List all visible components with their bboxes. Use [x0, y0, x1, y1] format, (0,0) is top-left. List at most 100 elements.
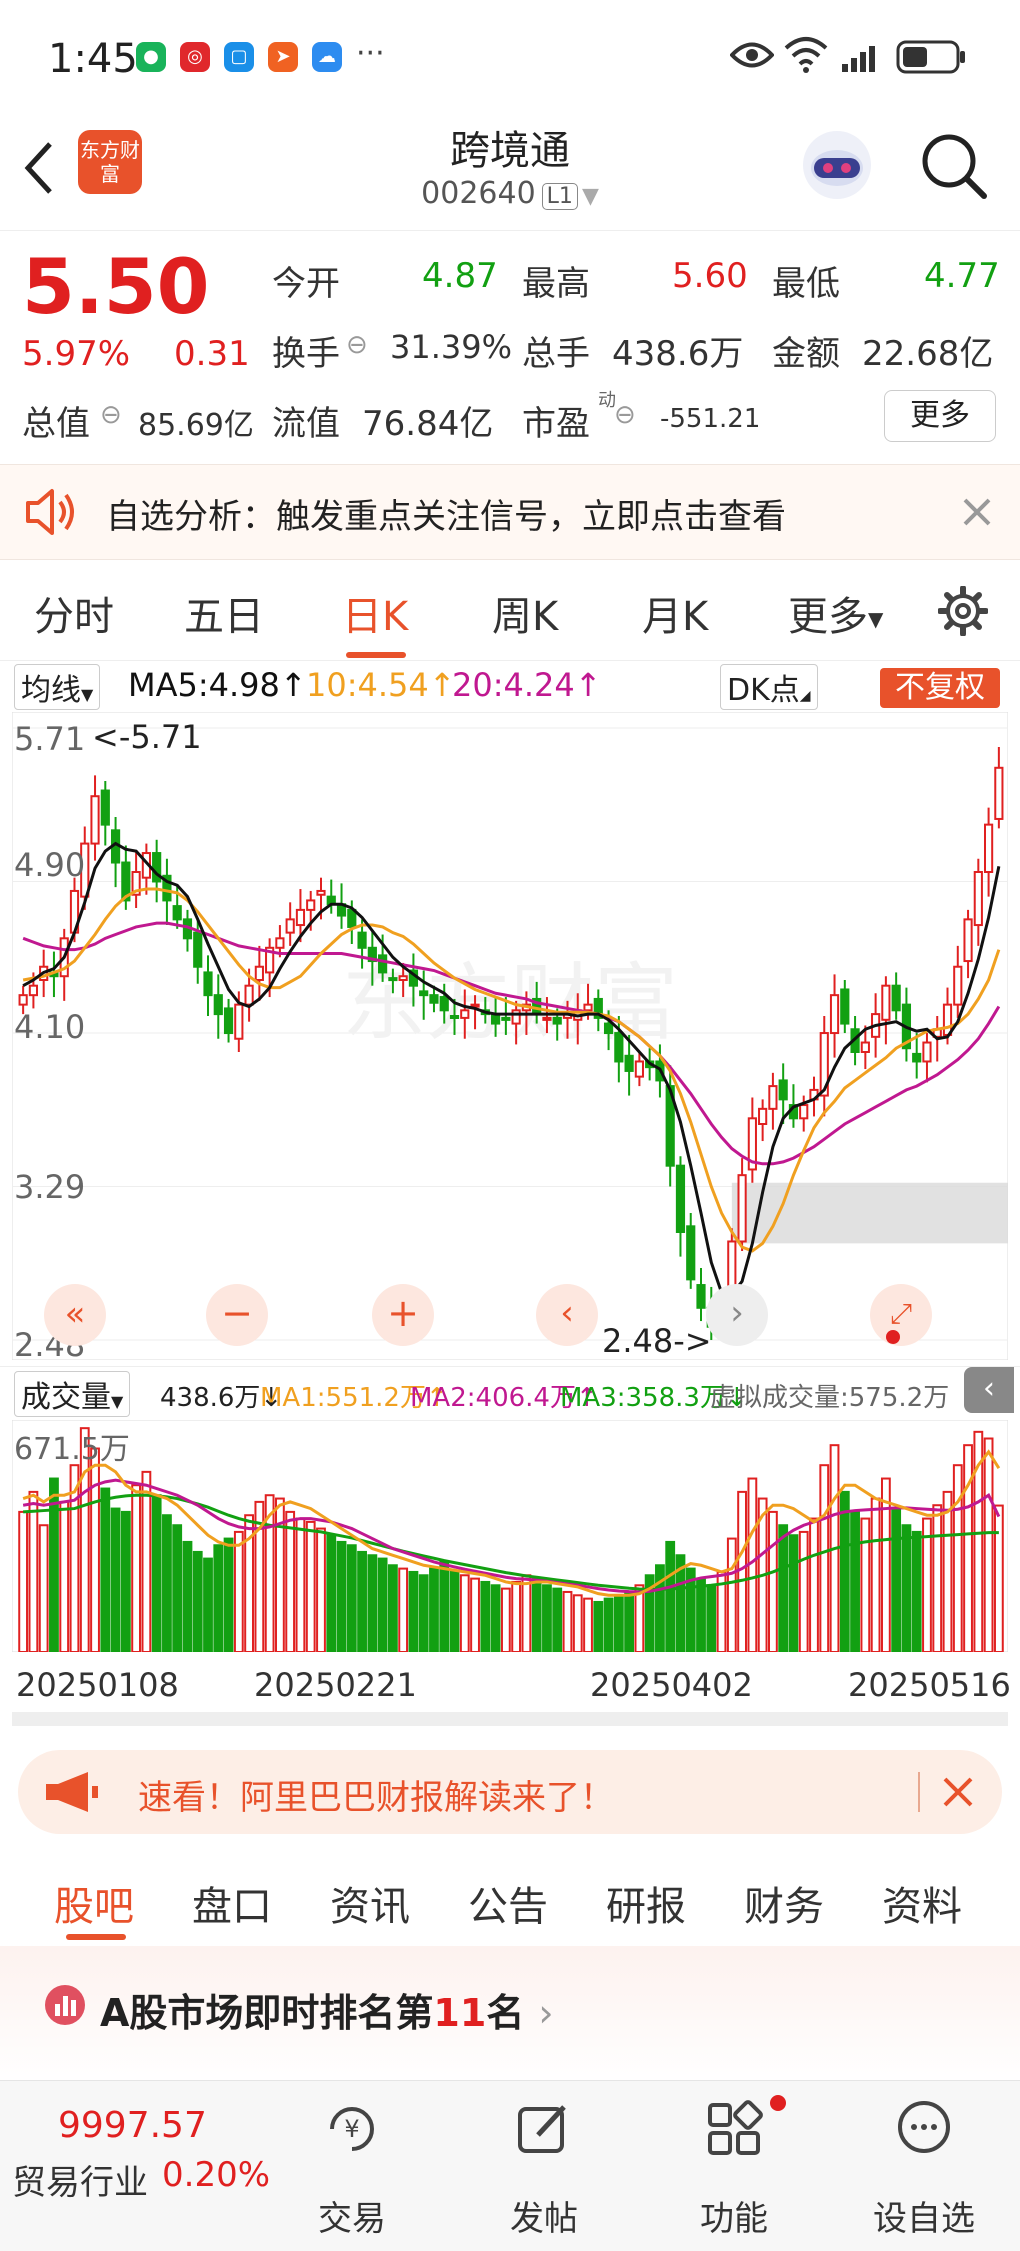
- next-button[interactable]: ›: [706, 1284, 768, 1346]
- ma-selector[interactable]: 均线▼: [14, 664, 101, 710]
- volume-bar: [285, 1510, 296, 1652]
- index-change: 0.20%: [162, 2155, 271, 2195]
- y-tick-label: 3.29: [14, 1168, 86, 1206]
- tab-announcements[interactable]: 公告: [468, 1874, 548, 1932]
- tab-intraday[interactable]: 分时: [34, 584, 114, 642]
- close-icon[interactable]: [962, 497, 992, 527]
- tab-daily-k[interactable]: 日K: [342, 584, 408, 642]
- candle-body: [398, 975, 408, 982]
- wifi-icon: [784, 37, 828, 73]
- close-icon[interactable]: [942, 1776, 974, 1808]
- gear-icon[interactable]: [938, 586, 988, 636]
- bottom-bar: 9997.57 贸易行业 0.20% ¥ 交易 发帖 功能 设自选: [0, 2080, 1020, 2251]
- collapse-panel-button[interactable]: ‹: [964, 1367, 1014, 1413]
- y-tick-label: 4.10: [14, 1008, 86, 1046]
- tab-profile[interactable]: 资料: [882, 1874, 962, 1932]
- candle-body: [624, 1054, 634, 1072]
- more-button[interactable]: 更多: [884, 390, 996, 442]
- candle-body: [285, 918, 295, 934]
- zoom-in-button[interactable]: +: [372, 1284, 434, 1346]
- tab-finance[interactable]: 财务: [744, 1874, 824, 1932]
- candle-body: [378, 954, 388, 974]
- active-tab-underline: [66, 1934, 126, 1940]
- volume-bar: [911, 1530, 922, 1652]
- footer-trade[interactable]: 交易: [292, 2191, 412, 2240]
- search-icon[interactable]: [920, 132, 988, 200]
- info-icon[interactable]: ⊖: [346, 330, 368, 360]
- candle-body: [18, 994, 28, 1006]
- volume-bar: [542, 1584, 552, 1652]
- volume-bar: [470, 1577, 480, 1652]
- volume-bar: [490, 1584, 501, 1652]
- volume-bar: [131, 1484, 142, 1652]
- volume-bar: [182, 1540, 193, 1652]
- volume-bar: [213, 1544, 224, 1652]
- volume-chart[interactable]: [12, 1420, 1008, 1652]
- eye-icon: [730, 42, 774, 68]
- dk-selector[interactable]: DK点◢: [720, 664, 818, 710]
- footer-post[interactable]: 发帖: [484, 2191, 604, 2240]
- volume-max-label: 671.5万: [14, 1432, 130, 1467]
- kline-chart[interactable]: 东方财富: [12, 712, 1008, 1360]
- grid-icon[interactable]: [704, 2099, 764, 2159]
- tab-guba[interactable]: 股吧: [54, 1874, 134, 1932]
- fullscreen-button[interactable]: ⤢: [870, 1284, 932, 1346]
- turnover-value: 31.39%: [390, 328, 513, 366]
- adjust-button[interactable]: 不复权: [880, 668, 1000, 708]
- tab-pankou[interactable]: 盘口: [192, 1874, 272, 1932]
- amount-label: 金额: [772, 334, 840, 374]
- tab-five-day[interactable]: 五日: [184, 584, 264, 642]
- volume-bar: [357, 1550, 367, 1652]
- tab-research[interactable]: 研报: [606, 1874, 686, 1932]
- tab-more[interactable]: 更多▼: [788, 584, 883, 642]
- tab-monthly-k[interactable]: 月K: [642, 584, 708, 642]
- tab-weekly-k[interactable]: 周K: [492, 584, 558, 642]
- volume-bar: [346, 1544, 357, 1652]
- y-tick-label: 5.71: [14, 720, 86, 758]
- zoom-out-button[interactable]: −: [206, 1284, 268, 1346]
- index-value[interactable]: 9997.57: [58, 2105, 207, 2146]
- chevron-down-icon: ▼: [581, 184, 599, 209]
- float-cap-label: 流值: [272, 404, 340, 444]
- scroll-left-fast-button[interactable]: «: [44, 1284, 106, 1346]
- turnover-label: 换手: [272, 334, 340, 374]
- y-tick-label: 4.90: [14, 846, 86, 884]
- rank-number: 11: [433, 1991, 487, 2035]
- footer-functions[interactable]: 功能: [674, 2191, 794, 2240]
- candle-body: [223, 1007, 234, 1035]
- info-icon[interactable]: ⊖: [614, 400, 636, 430]
- date-label: 20250221: [254, 1666, 417, 1704]
- signal-icon: [842, 46, 875, 72]
- promo-banner[interactable]: 速看！阿里巴巴财报解读来了！: [18, 1750, 1002, 1834]
- tab-more-label: 更多: [788, 594, 868, 640]
- candle-body: [357, 931, 367, 949]
- prev-button[interactable]: ‹: [536, 1284, 598, 1346]
- notification-dot: [770, 2095, 786, 2111]
- chat-bubble-icon[interactable]: [894, 2099, 954, 2159]
- market-cap-value: 85.69亿: [138, 408, 254, 443]
- tab-news[interactable]: 资讯: [330, 1874, 410, 1932]
- candle-body: [778, 1079, 788, 1101]
- market-rank-banner[interactable]: A股市场即时排名第11名 ›: [0, 1946, 1020, 2086]
- volume-bar: [511, 1580, 522, 1652]
- alert-bar[interactable]: 自选分析：触发重点关注信号，立即点击查看: [0, 464, 1020, 560]
- status-more: ···: [356, 36, 385, 71]
- footer-add-watchlist[interactable]: 设自选: [864, 2191, 984, 2240]
- candle-body: [213, 994, 223, 1016]
- candle-body: [799, 1104, 809, 1120]
- volume-bar: [162, 1514, 172, 1652]
- volume-bar: [809, 1517, 819, 1652]
- support-zone: [731, 1182, 1008, 1244]
- volume-bar: [336, 1540, 347, 1652]
- info-icon[interactable]: ⊖: [100, 400, 122, 430]
- volume-bar: [778, 1524, 789, 1652]
- candle-body: [675, 1164, 686, 1233]
- netease-icon: ◎: [180, 42, 210, 72]
- candle-body: [501, 1016, 511, 1021]
- volume-bar: [952, 1464, 963, 1652]
- post-icon[interactable]: [514, 2099, 574, 2159]
- trade-icon[interactable]: ¥: [322, 2099, 382, 2159]
- volume-selector[interactable]: 成交量▼: [14, 1371, 131, 1417]
- svg-text:¥: ¥: [344, 2115, 359, 2143]
- robot-assistant-icon[interactable]: [798, 126, 876, 204]
